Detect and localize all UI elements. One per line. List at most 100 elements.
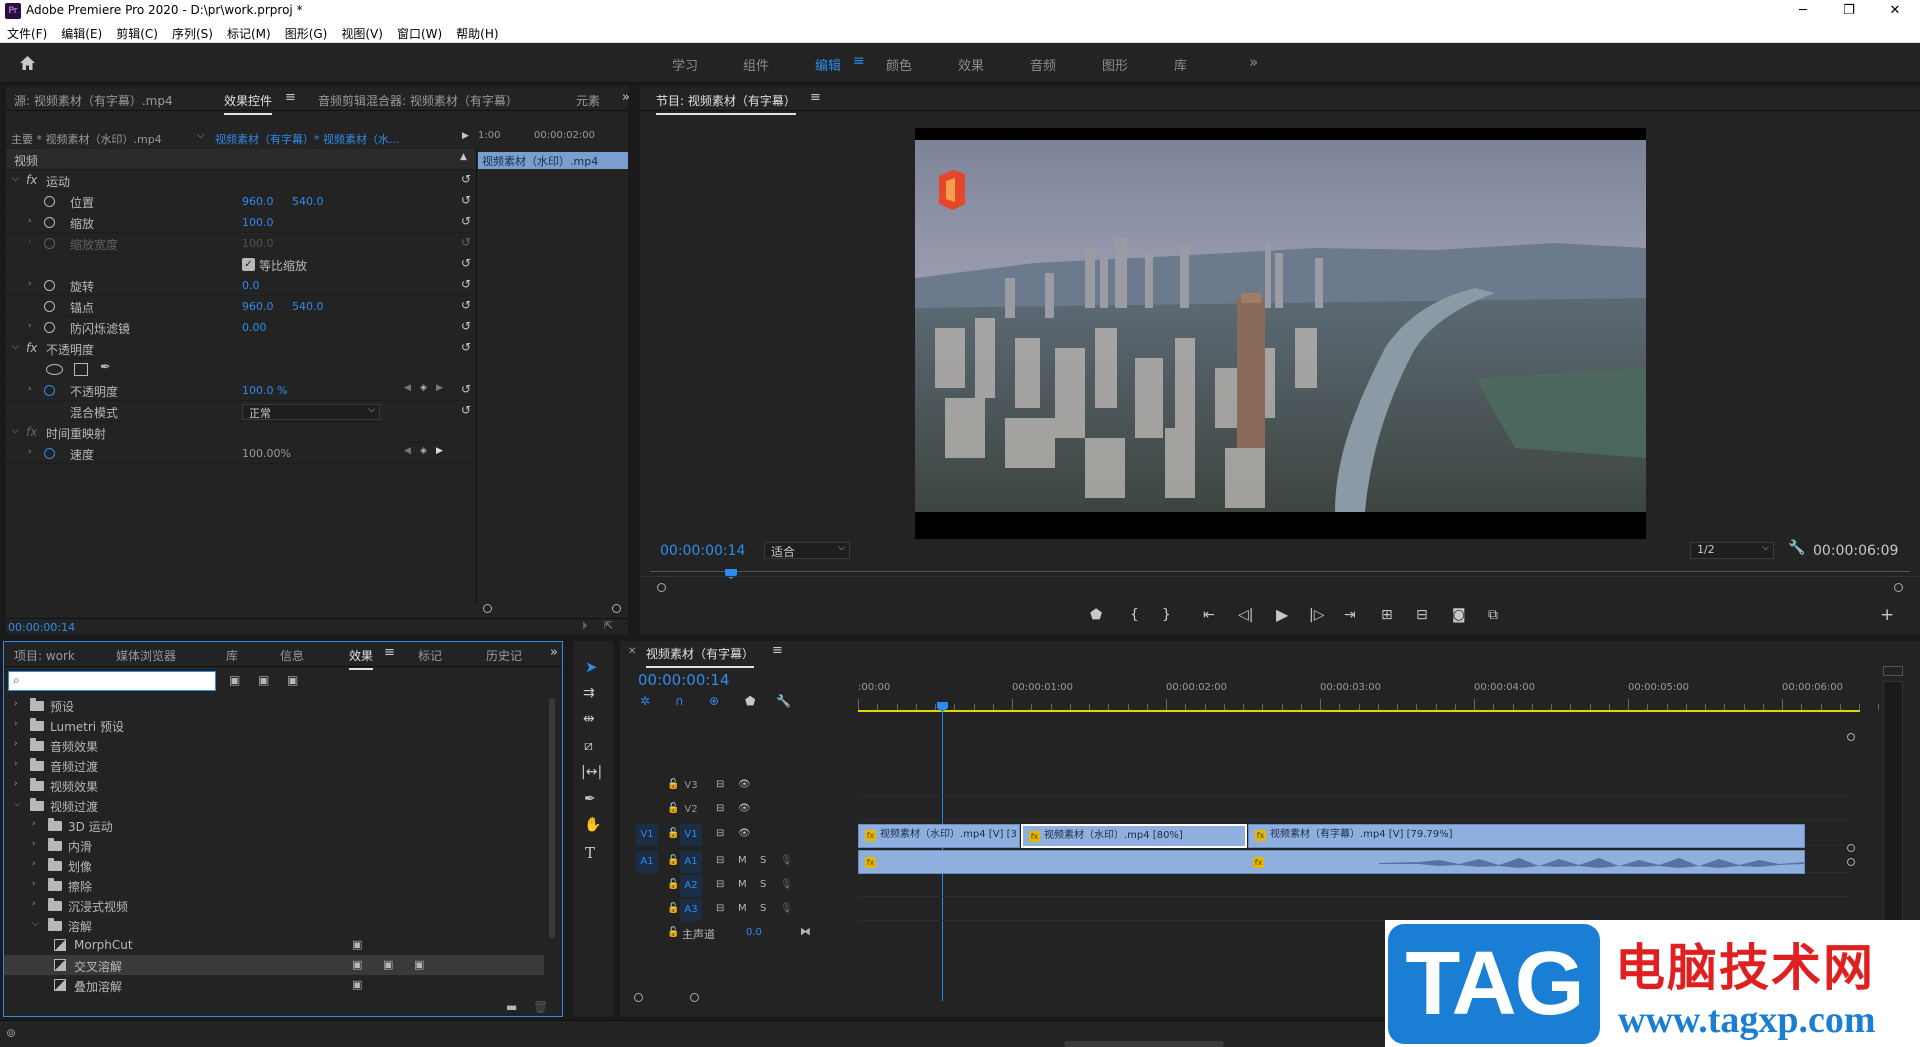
slip-tool-icon[interactable]: |↔|	[581, 764, 602, 780]
vertical-zoom-handle[interactable]	[1847, 858, 1855, 866]
camera-icon[interactable]: ◙	[1452, 607, 1466, 623]
effect-folder[interactable]: › 沉浸式视频	[4, 895, 544, 915]
mute-button[interactable]: M	[738, 879, 747, 890]
clip-v1-3[interactable]: fx 视频素材（有字幕）.mp4 [V] [79.79%]	[1248, 824, 1805, 848]
reset-icon[interactable]: ↺	[461, 319, 471, 333]
scale-value[interactable]: 100.0	[242, 216, 274, 229]
tab-effect-controls[interactable]: 效果控件	[224, 92, 273, 115]
position-x-value[interactable]: 960.0	[242, 195, 274, 208]
lift-button[interactable]: ⊞	[1381, 607, 1393, 623]
yuv-effects-icon[interactable]: ▣	[287, 673, 298, 687]
effect-time-remap-row[interactable]: ⌵ fx 时间重映射	[6, 422, 476, 443]
fit-select[interactable]: 适合 ⌵	[764, 542, 850, 559]
menu-clip[interactable]: 剪辑(C)	[109, 22, 165, 42]
timeline-timecode[interactable]: 00:00:00:14	[638, 671, 730, 689]
tab-source[interactable]: 源: 视频素材（有字幕）.mp4	[14, 92, 173, 109]
source-patch-a1[interactable]: A1	[636, 851, 658, 873]
stopwatch-icon[interactable]	[44, 385, 55, 396]
effect-folder[interactable]: ⌵ 视频过渡	[4, 795, 544, 815]
expand-chevron-icon[interactable]: ⌵	[12, 426, 19, 436]
expand-chevron-icon[interactable]: ›	[28, 447, 32, 457]
workspace-libraries[interactable]: 库	[1174, 55, 1187, 74]
tab-menu-icon[interactable]: ≡	[810, 90, 821, 105]
32bit-effects-icon[interactable]: ▣	[258, 673, 269, 687]
step-back-button[interactable]: ◁|	[1238, 607, 1253, 623]
track-lane[interactable]	[858, 798, 1848, 821]
export-frame-icon[interactable]: ⇱	[604, 619, 613, 632]
filter-icon[interactable]: ⏵	[582, 619, 588, 633]
sync-lock-icon[interactable]: ⊟	[716, 855, 724, 866]
lock-icon[interactable]: 🔓	[667, 879, 679, 890]
chevron-right-icon[interactable]: ›	[32, 899, 36, 909]
stopwatch-icon[interactable]	[44, 196, 55, 207]
reset-icon[interactable]: ↺	[461, 256, 471, 270]
stopwatch-icon[interactable]	[44, 448, 55, 459]
add-marker-button[interactable]: ⬟	[1090, 607, 1102, 623]
ripple-edit-tool-icon[interactable]: ⇹	[583, 711, 595, 727]
menu-graphics[interactable]: 图形(G)	[278, 22, 335, 42]
zoom-handle-left[interactable]	[483, 604, 492, 613]
chevron-down-icon[interactable]: ⌵	[14, 799, 21, 809]
scroll-up-icon[interactable]: ▲	[460, 152, 467, 162]
lock-icon[interactable]: 🔓	[667, 803, 679, 814]
anchor-y-value[interactable]: 540.0	[292, 300, 324, 313]
expand-chevron-icon[interactable]: ⌵	[12, 174, 19, 184]
solo-button[interactable]: S	[760, 879, 766, 890]
sync-lock-icon[interactable]: ⊟	[716, 803, 724, 814]
vertical-zoom-handle[interactable]	[1847, 733, 1855, 741]
clip-dropdown-icon[interactable]: ⌵	[197, 130, 205, 141]
chevron-right-icon[interactable]: ›	[32, 839, 36, 849]
blend-mode-select[interactable]: 正常 ⌵	[242, 404, 380, 420]
solo-button[interactable]: S	[760, 855, 766, 866]
tab-media-browser[interactable]: 媒体浏览器	[116, 647, 176, 664]
program-scrub-bar[interactable]	[650, 571, 1910, 572]
effects-scrollbar[interactable]	[549, 698, 555, 938]
ec-clip-bar[interactable]: 视频素材（水印）.mp4	[478, 152, 628, 169]
sync-lock-icon[interactable]: ⊟	[716, 903, 724, 914]
linked-selection-icon[interactable]: ⊕	[709, 694, 719, 708]
panel-overflow-icon[interactable]: »	[550, 645, 558, 660]
clip-v1-1[interactable]: fx 视频素材（水印）.mp4 [V] [3	[858, 824, 1020, 848]
workspace-editing[interactable]: 编辑	[815, 55, 841, 74]
type-tool-icon[interactable]: T	[585, 844, 595, 862]
effect-folder[interactable]: › 擦除	[4, 875, 544, 895]
reset-icon[interactable]: ↺	[461, 214, 471, 228]
timeline-ruler[interactable]: :00:00 00:00:01:00 00:00:02:00 00:00:03:00 0…	[858, 679, 1918, 711]
track-target-a[interactable]: A1	[680, 851, 702, 873]
reset-icon[interactable]: ↺	[461, 172, 471, 186]
effect-motion-row[interactable]: ⌵ fx 运动 ↺	[6, 170, 476, 191]
source-patch-v1[interactable]: V1	[636, 824, 658, 846]
ec-timecode[interactable]: 00:00:00:14	[8, 621, 75, 634]
add-keyframe-icon[interactable]: ◈	[420, 446, 427, 456]
antiflicker-value[interactable]: 0.00	[242, 321, 267, 334]
lock-icon[interactable]: 🔓	[667, 828, 679, 839]
step-forward-button[interactable]: |▷	[1309, 607, 1324, 623]
solo-button[interactable]: S	[760, 903, 766, 914]
reset-icon[interactable]: ↺	[461, 193, 471, 207]
audio-clip-a1[interactable]: fx fx	[858, 850, 1805, 874]
go-to-end-icon[interactable]: ⧓	[800, 925, 811, 938]
chevron-right-icon[interactable]: ›	[14, 719, 18, 729]
extract-button[interactable]: ⊟	[1416, 607, 1428, 623]
go-to-in-button[interactable]: ⇤	[1203, 607, 1215, 623]
track-lane[interactable]	[858, 774, 1848, 797]
tab-menu-icon[interactable]: ≡	[772, 643, 783, 658]
anchor-x-value[interactable]: 960.0	[242, 300, 274, 313]
next-keyframe-icon[interactable]: ▶	[436, 446, 443, 456]
play-button[interactable]: ▶	[1276, 605, 1288, 624]
tab-audio-clip-mixer[interactable]: 音频剪辑混合器: 视频素材（有字幕）	[318, 92, 518, 109]
comparison-view-button[interactable]: ⧉	[1488, 607, 1498, 623]
effect-folder[interactable]: ⌵ 溶解	[4, 915, 544, 935]
menu-file[interactable]: 文件(F)	[0, 22, 54, 42]
delete-icon[interactable]: 🗑	[533, 1000, 548, 1014]
track-target-a[interactable]: A3	[680, 899, 702, 921]
timeline-title[interactable]: 视频素材（有字幕）	[646, 645, 755, 668]
workspace-learn[interactable]: 学习	[672, 55, 698, 74]
reset-icon[interactable]: ↺	[461, 382, 471, 396]
zoom-handle-right[interactable]	[612, 604, 621, 613]
chevron-right-icon[interactable]: ›	[32, 819, 36, 829]
position-y-value[interactable]: 540.0	[292, 195, 324, 208]
effects-search-field[interactable]: ⌕	[8, 671, 216, 691]
work-area-bar[interactable]	[858, 710, 1860, 712]
horizontal-scrollbar[interactable]	[1064, 1041, 1224, 1047]
